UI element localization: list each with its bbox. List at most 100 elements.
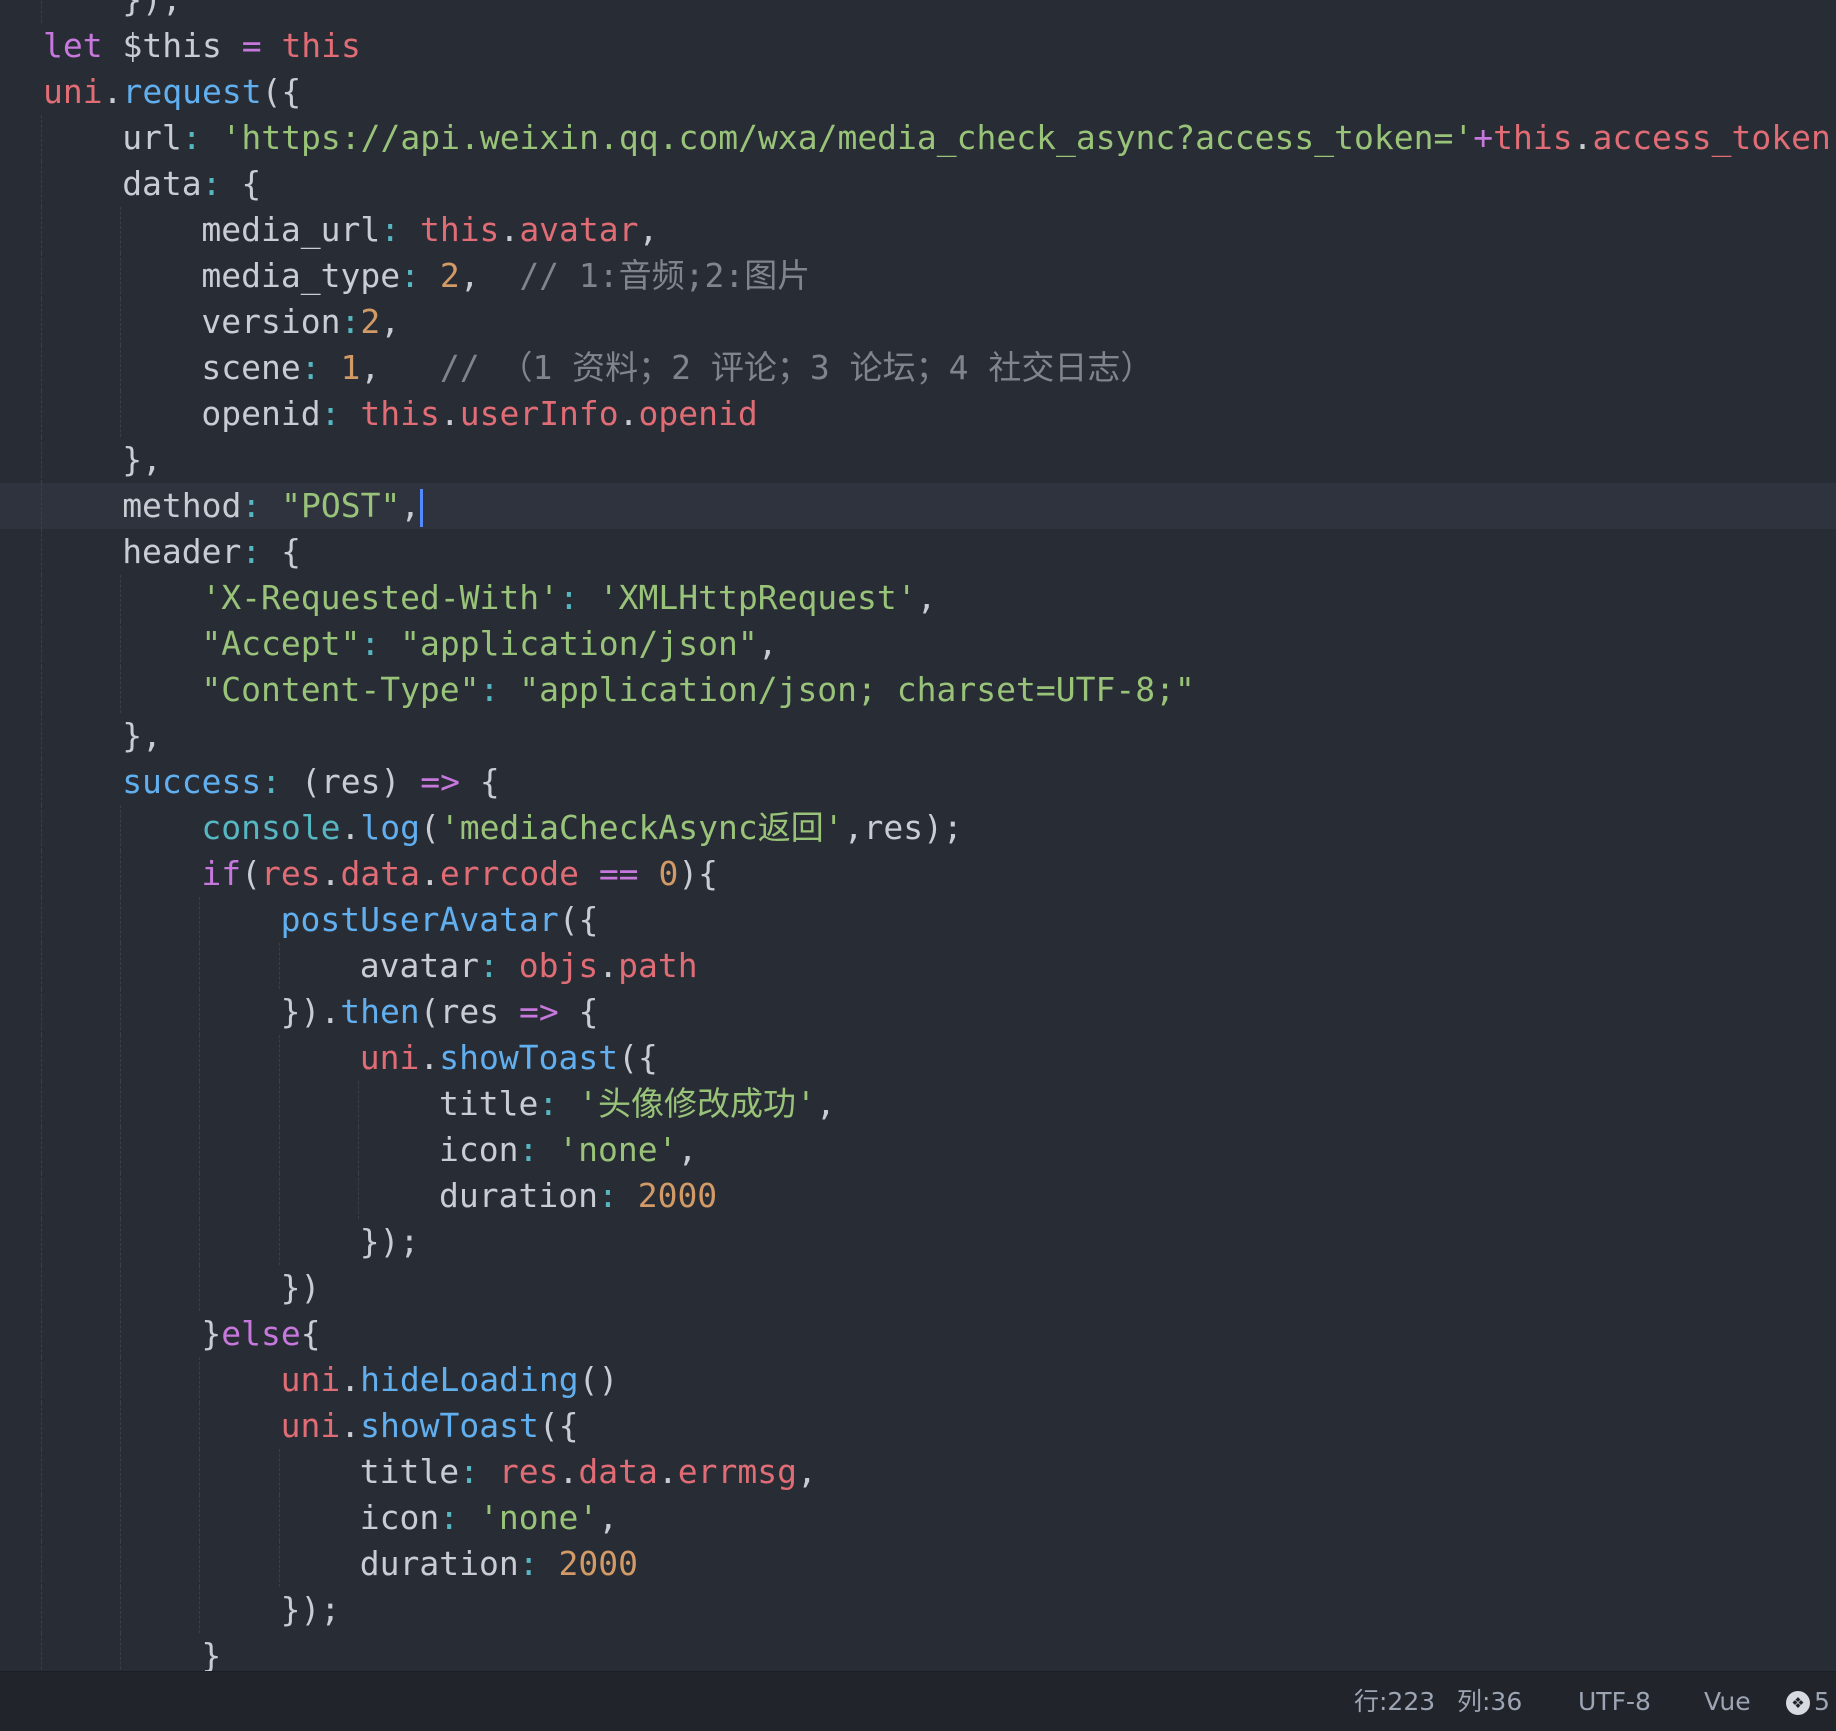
code-line[interactable]: console.log('mediaCheckAsync返回',res); <box>0 805 1836 851</box>
code-lines[interactable]: });let $this = thisuni.request({url: 'ht… <box>0 0 1836 1671</box>
code-line[interactable]: media_type: 2, // 1:音频;2:图片 <box>0 253 1836 299</box>
code-token: }); <box>122 0 182 19</box>
code-token: } <box>201 1636 222 1671</box>
code-line[interactable]: version:2, <box>0 299 1836 345</box>
code-token: { <box>558 992 599 1031</box>
indent-guide <box>278 1449 280 1495</box>
indent-guide <box>199 1541 201 1587</box>
code-line[interactable]: media_url: this.avatar, <box>0 207 1836 253</box>
code-line[interactable]: data: { <box>0 161 1836 207</box>
code-token: 0 <box>658 854 679 893</box>
code-token: . <box>419 854 440 893</box>
code-token: , <box>916 578 937 617</box>
code-line[interactable]: success: (res) => { <box>0 759 1836 805</box>
code-token: errcode <box>439 854 579 893</box>
code-token: method <box>122 486 242 525</box>
code-token: () <box>578 1360 619 1399</box>
indent-guide <box>357 1081 359 1127</box>
code-line[interactable]: }) <box>0 1265 1836 1311</box>
code-line[interactable]: url: 'https://api.weixin.qq.com/wxa/medi… <box>0 115 1836 161</box>
indent-guide <box>120 805 122 851</box>
code-line[interactable]: uni.request({ <box>0 69 1836 115</box>
code-line[interactable]: scene: 1, // （1 资料；2 评论；3 论坛；4 社交日志） <box>0 345 1836 391</box>
code-token: request <box>122 72 262 111</box>
notifications-button[interactable]: ❖ 5 <box>1786 1672 1830 1731</box>
code-line[interactable]: }).then(res => { <box>0 989 1836 1035</box>
code-token: 2 <box>360 302 381 341</box>
code-line[interactable]: title: res.data.errmsg, <box>0 1449 1836 1495</box>
code-token: : <box>261 762 302 801</box>
code-token: uni <box>359 1038 420 1077</box>
code-token: : <box>518 1544 559 1583</box>
code-token: if <box>201 854 242 893</box>
code-line[interactable]: avatar: objs.path <box>0 943 1836 989</box>
indent-guide <box>41 1403 42 1449</box>
code-token: . <box>102 72 123 111</box>
code-token: }); <box>280 1590 341 1629</box>
code-line[interactable]: icon: 'none', <box>0 1495 1836 1541</box>
code-token: ){ <box>678 854 719 893</box>
indent-guide <box>41 805 42 851</box>
code-line-current[interactable]: method: "POST", <box>0 483 1836 529</box>
code-editor[interactable]: });let $this = thisuni.request({url: 'ht… <box>0 0 1836 1671</box>
code-token: { <box>281 532 302 571</box>
code-token: , <box>380 302 401 341</box>
code-line[interactable]: uni.hideLoading() <box>0 1357 1836 1403</box>
code-token: showToast <box>360 1406 539 1445</box>
code-token: 'X-Requested-With' <box>201 578 560 617</box>
code-line[interactable]: }, <box>0 713 1836 759</box>
code-token: errmsg <box>677 1452 797 1491</box>
indent-guide <box>278 943 280 989</box>
code-token: ( <box>241 854 262 893</box>
indent-guide <box>41 161 42 207</box>
code-token: 2 <box>439 256 460 295</box>
code-line[interactable]: postUserAvatar({ <box>0 897 1836 943</box>
code-line[interactable]: if(res.data.errcode == 0){ <box>0 851 1836 897</box>
code-token: == <box>598 854 639 893</box>
code-token: ({ <box>538 1406 579 1445</box>
code-line[interactable]: 'X-Requested-With': 'XMLHttpRequest', <box>0 575 1836 621</box>
indent-guide <box>120 1541 122 1587</box>
code-token: . <box>1572 118 1593 157</box>
code-token: . <box>558 1452 579 1491</box>
code-line[interactable]: }); <box>0 1587 1836 1633</box>
code-token: openid <box>201 394 321 433</box>
code-token: uni <box>280 1360 341 1399</box>
code-token: . <box>657 1452 678 1491</box>
cursor-column-indicator[interactable]: 列:36 <box>1457 1672 1522 1731</box>
code-line[interactable]: title: '头像修改成功', <box>0 1081 1836 1127</box>
code-line[interactable]: duration: 2000 <box>0 1541 1836 1587</box>
indent-guide <box>120 1127 122 1173</box>
indent-guide <box>120 1403 122 1449</box>
code-token: "application/json; charset=UTF-8;" <box>519 670 1195 709</box>
code-token: , <box>638 210 659 249</box>
code-line[interactable]: icon: 'none', <box>0 1127 1836 1173</box>
code-line[interactable]: uni.showToast({ <box>0 1035 1836 1081</box>
code-line[interactable]: header: { <box>0 529 1836 575</box>
code-token: . <box>340 808 361 847</box>
code-token: . <box>340 1360 361 1399</box>
code-token: "Accept" <box>201 624 361 663</box>
code-line[interactable]: let $this = this <box>0 23 1836 69</box>
code-token: 'mediaCheckAsync返回' <box>439 808 844 847</box>
code-line[interactable]: }, <box>0 437 1836 483</box>
code-token: }). <box>280 992 341 1031</box>
encoding-indicator[interactable]: UTF-8 <box>1578 1672 1651 1731</box>
indent-guide <box>278 1541 280 1587</box>
code-line[interactable]: uni.showToast({ <box>0 1403 1836 1449</box>
code-line[interactable]: "Accept": "application/json", <box>0 621 1836 667</box>
indent-guide <box>278 1219 280 1265</box>
language-mode-indicator[interactable]: Vue <box>1704 1672 1751 1731</box>
cursor-line-indicator[interactable]: 行:223 <box>1354 1672 1435 1731</box>
code-line[interactable]: "Content-Type": "application/json; chars… <box>0 667 1836 713</box>
code-token: data <box>340 854 420 893</box>
code-line[interactable]: } <box>0 1633 1836 1671</box>
code-line[interactable]: duration: 2000 <box>0 1173 1836 1219</box>
code-line[interactable]: }else{ <box>0 1311 1836 1357</box>
code-token: , <box>360 348 440 387</box>
code-line[interactable]: }); <box>0 1219 1836 1265</box>
code-token: this <box>419 210 500 249</box>
code-line[interactable]: openid: this.userInfo.openid <box>0 391 1836 437</box>
code-line[interactable]: }); <box>0 0 1836 23</box>
